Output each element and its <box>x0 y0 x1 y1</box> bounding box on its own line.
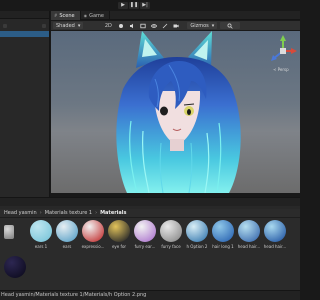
asset-tile[interactable]: head hair... <box>236 220 262 250</box>
asset-tile[interactable]: furry ear... <box>132 220 158 250</box>
asset-tile[interactable]: head hair... <box>262 220 288 250</box>
material-thumbnail <box>4 256 26 278</box>
asset-tile[interactable]: eye for <box>106 220 132 250</box>
scene-toolbar: Shaded ▾ 2D Gizmos ▾ <box>51 21 300 30</box>
pause-button[interactable]: ❚❚ <box>129 2 139 9</box>
lighting-toggle-icon[interactable] <box>117 22 125 29</box>
scene-viewport[interactable]: ≺ Persp <box>51 31 300 193</box>
projection-label[interactable]: ≺ Persp <box>273 67 289 72</box>
asset-label: ears 1 <box>34 244 48 249</box>
material-thumbnail <box>186 220 208 242</box>
material-thumbnail <box>30 220 52 242</box>
asset-label: furry face <box>161 244 181 249</box>
asset-label: h Option 2 <box>186 244 208 249</box>
material-thumbnail <box>160 220 182 242</box>
game-icon: ◉ <box>83 13 88 18</box>
tab-scene-label: Scene <box>59 12 75 19</box>
asset-label: ears <box>62 244 72 249</box>
hierarchy-selected-row[interactable] <box>0 31 49 37</box>
asset-label: hair long 1 <box>212 244 234 249</box>
2d-toggle-label: 2D <box>104 22 112 29</box>
asset-tile[interactable]: ears 1 <box>28 220 54 250</box>
hierarchy-panel <box>0 11 50 197</box>
hidden-objects-icon[interactable] <box>161 22 169 29</box>
tab-game[interactable]: ◉ Game <box>81 11 110 20</box>
hierarchy-header <box>0 11 49 19</box>
tab-game-label: Game <box>89 12 104 19</box>
anime-fox-girl-model <box>116 31 241 193</box>
scene-search-input[interactable] <box>220 22 241 29</box>
asset-tile[interactable] <box>2 256 28 286</box>
material-thumbnail <box>238 220 260 242</box>
asset-tile[interactable]: hair long 1 <box>210 220 236 250</box>
material-thumbnail <box>82 220 104 242</box>
breadcrumb-item[interactable]: Head yasmin <box>4 210 37 216</box>
shading-mode-label: Shaded <box>56 22 75 29</box>
chevron-right-icon: › <box>39 210 42 216</box>
asset-tile[interactable]: ears <box>54 220 80 250</box>
scene-visibility-icon[interactable] <box>150 22 158 29</box>
gizmos-dropdown[interactable]: Gizmos ▾ <box>187 22 218 29</box>
search-icon <box>227 23 233 29</box>
asset-grid: ears 1 ears expressio... eye for furry ear..… <box>0 218 300 290</box>
asset-tile[interactable]: expressio... <box>80 220 106 250</box>
shading-mode-dropdown[interactable]: Shaded ▾ <box>53 22 84 29</box>
camera-settings-icon[interactable] <box>172 22 180 29</box>
asset-label: head hair... <box>237 244 261 249</box>
breadcrumb-current[interactable]: Materials <box>100 210 126 216</box>
top-toolbar: ▶ ❚❚ ▶| <box>0 0 300 11</box>
project-tabs <box>0 197 300 206</box>
asset-label: furry ear... <box>134 244 156 249</box>
breadcrumb: Head yasmin › Materials texture 1 › Mate… <box>0 209 300 218</box>
play-button[interactable]: ▶ <box>118 2 128 9</box>
orientation-gizmo[interactable] <box>268 33 298 71</box>
chevron-down-icon: ▾ <box>77 22 81 29</box>
breadcrumb-item[interactable]: Materials texture 1 <box>45 210 92 216</box>
material-thumbnail <box>56 220 78 242</box>
step-button[interactable]: ▶| <box>140 2 150 9</box>
material-thumbnail <box>134 220 156 242</box>
asset-label: eye for <box>111 244 127 249</box>
asset-label: expressio... <box>81 244 105 249</box>
scene-icon: # <box>54 13 58 18</box>
gizmos-label: Gizmos <box>190 22 209 29</box>
chevron-right-icon: › <box>95 210 98 216</box>
tab-scene[interactable]: # Scene <box>51 11 81 20</box>
hierarchy-search-icon[interactable] <box>42 24 46 28</box>
chevron-down-icon: ▾ <box>211 22 215 29</box>
asset-tile[interactable]: furry face <box>158 220 184 250</box>
scene-tabs: # Scene ◉ Game <box>51 11 300 20</box>
effects-toggle-icon[interactable] <box>139 22 147 29</box>
asset-tile[interactable] <box>2 220 28 250</box>
material-thumbnail <box>212 220 234 242</box>
play-controls: ▶ ❚❚ ▶| <box>118 2 150 9</box>
material-thumbnail <box>4 225 14 239</box>
audio-toggle-icon[interactable] <box>128 22 136 29</box>
asset-tile[interactable]: h Option 2 <box>184 220 210 250</box>
selected-asset-path: Head yasmin/Materials texture 1/Material… <box>0 290 300 300</box>
material-thumbnail <box>108 220 130 242</box>
create-button[interactable] <box>3 24 7 28</box>
material-thumbnail <box>264 220 286 242</box>
asset-label: head hair... <box>263 244 287 249</box>
2d-toggle[interactable]: 2D <box>102 22 114 29</box>
